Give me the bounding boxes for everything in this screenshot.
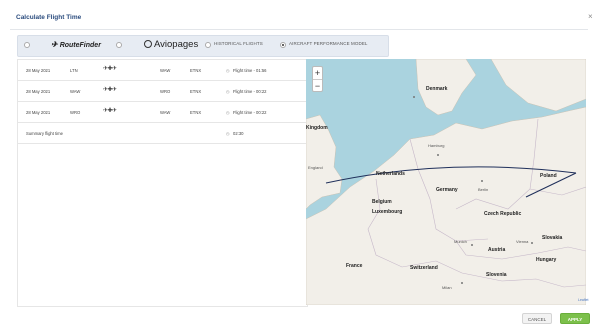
routefinder-logo: ✈ RouteFinder [51,40,101,49]
leg-aircraft-type: ETNX [190,110,202,115]
summary-label: Summary flight time [26,131,63,136]
leg-from: WRO [70,110,81,115]
map-label-switzerland: Switzerland [410,265,438,271]
map-label-germany: Germany [436,187,458,193]
route-map[interactable]: Denmark Kingdom England Netherlands Germ… [306,59,586,305]
map-label-austria: Austria [488,247,506,253]
performance-model-label: AIRCRAFT PERFORMANCE MODEL [289,41,368,46]
map-label-vienna: Vienna [516,239,529,244]
clock-icon: ◷ [226,68,230,73]
routefinder-radio[interactable] [24,42,30,48]
map-label-belgium: Belgium [372,199,392,205]
clock-icon: ◷ [226,110,230,115]
leg-flight-time: Flight time - 00:22 [233,110,267,115]
map-label-munich: Munich [454,239,467,244]
map-label-luxembourg: Luxembourg [372,209,403,215]
map-label-slovakia: Slovakia [542,235,563,241]
leg-aircraft-type: ETNX [190,89,202,94]
leg-date: 28 May 2021 [26,68,51,73]
map-label-milan: Milan [442,285,452,290]
map-zoom-control: + − [312,66,323,92]
map-label-france: France [346,263,363,269]
aircraft-icon: ✈✚✈ [103,108,117,114]
clock-icon: ◷ [226,89,230,94]
close-icon[interactable]: × [588,12,593,21]
calculate-flight-time-dialog: Calculate Flight Time × ✈ RouteFinder Avi… [0,0,598,327]
leg-from: WAW [70,89,81,94]
leg-date: 28 May 2021 [26,110,51,115]
leg-flight-time: Flight time - 01:56 [233,68,267,73]
plane-icon: ✈ [51,40,58,49]
leg-date: 28 May 2021 [26,89,51,94]
leg-to: WAW [160,68,171,73]
map-label-czech: Czech Republic [484,211,522,217]
clock-icon: ◷ [226,131,230,136]
apply-button[interactable]: APPLY [560,313,590,324]
summary-flight-time: 02:30 [233,131,244,136]
aviopages-mark-icon [144,40,152,48]
map-label-netherlands: Netherlands [376,171,405,177]
map-label-hungary: Hungary [536,257,557,263]
map-label-denmark: Denmark [426,86,448,92]
table-row: 28 May 2021 WRO ✈✚✈ WAW ETNX ◷ Flight ti… [18,102,307,123]
leg-from: LTN [70,68,78,73]
source-selector: ✈ RouteFinder Aviopages HISTORICAL FLIGHT… [17,35,389,57]
map-label-berlin: Berlin [478,187,489,192]
leg-to: WRO [160,89,171,94]
zoom-in-button[interactable]: + [313,67,322,80]
map-attribution[interactable]: Leaflet [578,298,589,302]
table-row: 28 May 2021 LTN ✈✚✈ WAW ETNX ◷ Flight ti… [18,60,307,81]
historical-flights-label: HISTORICAL FLIGHTS [214,41,263,46]
leg-flight-time: Flight time - 00:22 [233,89,267,94]
table-row: 28 May 2021 WAW ✈✚✈ WRO ETNX ◷ Flight ti… [18,81,307,102]
aircraft-icon: ✈✚✈ [103,66,117,72]
title-divider [10,29,588,30]
map-label-england: England [308,165,323,170]
leg-aircraft-type: ETNX [190,68,202,73]
map-label-hamburg: Hamburg [428,143,445,148]
aircraft-icon: ✈✚✈ [103,87,117,93]
performance-model-radio[interactable] [280,42,286,48]
map-label-poland: Poland [540,173,557,179]
summary-row: Summary flight time ◷ 02:30 [18,123,307,144]
cancel-button[interactable]: CANCEL [522,313,552,324]
legs-table: 28 May 2021 LTN ✈✚✈ WAW ETNX ◷ Flight ti… [17,59,308,307]
zoom-out-button[interactable]: − [313,80,322,92]
map-label-kingdom: Kingdom [306,125,328,131]
dialog-title: Calculate Flight Time [16,14,82,21]
leg-to: WAW [160,110,171,115]
historical-flights-radio[interactable] [205,42,211,48]
map-label-slovenia: Slovenia [486,272,507,278]
aviopages-radio[interactable] [116,42,122,48]
aviopages-logo: Aviopages [144,39,198,50]
